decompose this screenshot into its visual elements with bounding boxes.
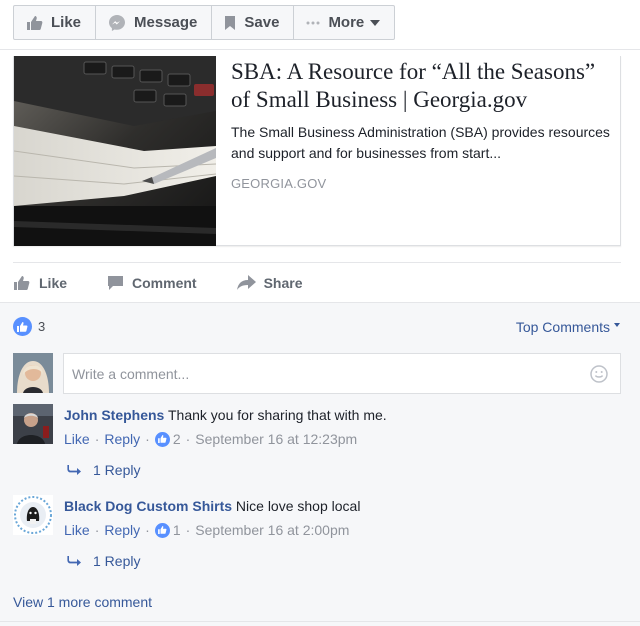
share-button[interactable]: Share bbox=[236, 274, 303, 291]
more-button[interactable]: More bbox=[294, 6, 394, 39]
share-arrow-icon bbox=[236, 275, 256, 290]
post-action-bar: Like Comment Share bbox=[13, 262, 621, 302]
separator-dot: · bbox=[185, 431, 191, 447]
like-count-value: 2 bbox=[172, 431, 181, 447]
separator-dot: · bbox=[145, 431, 150, 447]
comment-body: John Stephens Thank you for sharing that… bbox=[64, 406, 624, 448]
emoji-icon[interactable] bbox=[590, 365, 608, 388]
separator-dot: · bbox=[94, 522, 100, 538]
comment-input[interactable] bbox=[64, 354, 620, 393]
save-button[interactable]: Save bbox=[212, 6, 295, 39]
divider bbox=[0, 621, 640, 622]
like-count-value: 1 bbox=[172, 522, 181, 538]
page-action-bar: Like Message Save More bbox=[0, 0, 640, 50]
link-preview-text: SBA: A Resource for “All the Seasons” of… bbox=[231, 58, 616, 191]
messenger-icon bbox=[108, 14, 126, 32]
page-like-button[interactable]: Like bbox=[14, 6, 97, 39]
link-preview-domain: GEORGIA.GOV bbox=[231, 176, 327, 191]
like-reaction-icon bbox=[154, 522, 170, 538]
comment-sort-label: Top Comments bbox=[515, 319, 610, 335]
like-reaction-icon bbox=[154, 431, 170, 447]
comment-timestamp[interactable]: September 16 at 12:23pm bbox=[195, 430, 357, 448]
comment-label: Comment bbox=[132, 274, 197, 291]
comment-text: Thank you for sharing that with me. bbox=[168, 407, 387, 423]
comment-body: Black Dog Custom Shirts Nice love shop l… bbox=[64, 497, 624, 539]
reaction-summary[interactable]: 3 bbox=[13, 317, 45, 336]
comment-icon bbox=[107, 275, 124, 291]
view-replies-label: 1 Reply bbox=[93, 553, 141, 569]
link-preview-title[interactable]: SBA: A Resource for “All the Seasons” of… bbox=[231, 58, 616, 114]
bookmark-icon bbox=[224, 15, 236, 31]
comment-compose-box bbox=[63, 353, 621, 394]
separator-dot: · bbox=[94, 431, 100, 447]
link-preview-card[interactable]: SBA: A Resource for “All the Seasons” of… bbox=[13, 56, 621, 246]
separator-dot: · bbox=[145, 522, 150, 538]
comment-like-link[interactable]: Like bbox=[64, 430, 90, 448]
view-replies-label: 1 Reply bbox=[93, 462, 141, 478]
post-like-label: Like bbox=[39, 274, 68, 291]
chevron-down-icon bbox=[370, 19, 381, 26]
like-reaction-icon bbox=[13, 317, 32, 336]
save-label: Save bbox=[244, 14, 280, 31]
link-preview-image bbox=[14, 56, 216, 246]
comment-reply-link[interactable]: Reply bbox=[104, 430, 140, 448]
comment-like-count[interactable]: 1 bbox=[154, 521, 181, 539]
message-label: Message bbox=[134, 14, 198, 31]
share-label: Share bbox=[263, 274, 303, 291]
comment-reply-link[interactable]: Reply bbox=[104, 521, 140, 539]
thumbs-up-icon bbox=[13, 275, 31, 291]
comment-timestamp[interactable]: September 16 at 2:00pm bbox=[195, 521, 349, 539]
post-like-button[interactable]: Like bbox=[13, 275, 67, 291]
view-replies-link[interactable]: 1 Reply bbox=[67, 553, 140, 569]
separator-dot: · bbox=[185, 522, 191, 538]
comment-sort-dropdown[interactable]: Top Comments bbox=[516, 319, 620, 335]
more-label: More bbox=[328, 14, 365, 31]
page-action-group: Like Message Save More bbox=[13, 5, 396, 40]
reply-arrow-icon bbox=[67, 465, 81, 475]
comment-text: Nice love shop local bbox=[235, 498, 361, 514]
message-button[interactable]: Message bbox=[96, 6, 213, 39]
comment-like-count[interactable]: 2 bbox=[154, 430, 181, 448]
comment-meta: Like · Reply · 2 · September 16 at 12:23… bbox=[64, 430, 624, 448]
reply-arrow-icon bbox=[67, 556, 81, 566]
chevron-down-icon bbox=[614, 323, 620, 327]
comments-section: 3 Top Comments Write a comment... John S… bbox=[0, 302, 640, 626]
comment-meta: Like · Reply · 1 · September 16 at 2:00p… bbox=[64, 521, 624, 539]
comment-button[interactable]: Comment bbox=[107, 275, 197, 291]
comment-author[interactable]: John Stephens bbox=[64, 407, 164, 423]
comment-like-link[interactable]: Like bbox=[64, 521, 90, 539]
comment-author[interactable]: Black Dog Custom Shirts bbox=[64, 498, 232, 514]
link-preview-description: The Small Business Administration (SBA) … bbox=[231, 124, 610, 161]
view-more-comments-link[interactable]: View 1 more comment bbox=[13, 594, 152, 610]
commenter-avatar[interactable] bbox=[13, 495, 53, 535]
current-user-avatar bbox=[13, 353, 53, 393]
page-like-label: Like bbox=[51, 14, 82, 31]
commenter-avatar[interactable] bbox=[13, 404, 53, 444]
ellipsis-icon bbox=[306, 21, 320, 25]
thumbs-up-icon bbox=[26, 15, 43, 31]
reaction-count: 3 bbox=[38, 319, 46, 334]
view-replies-link[interactable]: 1 Reply bbox=[67, 462, 140, 478]
